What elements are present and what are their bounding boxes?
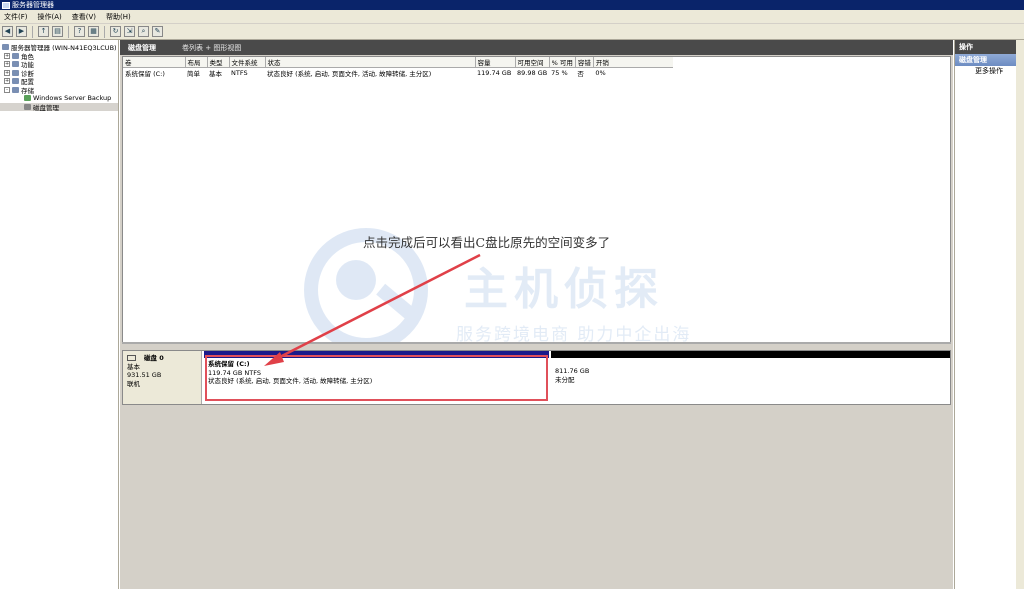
tree-item-storage[interactable]: - 存储 (0, 86, 118, 95)
expand-icon[interactable]: + (4, 52, 10, 59)
window-title: 服务器管理器 (12, 1, 54, 9)
app-icon (2, 1, 10, 9)
table-cell: 119.74 GB (477, 69, 512, 77)
tree-item-disk-management[interactable]: 磁盘管理 (0, 102, 118, 112)
column-header[interactable]: % 可用 (549, 57, 576, 68)
table-cell: 否 (577, 70, 584, 78)
configuration-icon (12, 78, 19, 85)
navigation-tree: 服务器管理器 (WIN-N41EQ3LCUB) + 角色 + 功能 + 诊断 +… (0, 40, 119, 589)
column-header[interactable]: 可用空间 (515, 57, 550, 68)
title-bar: 服务器管理器 (0, 0, 1024, 10)
column-header[interactable]: 类型 (207, 57, 230, 68)
partition-status: 未分配 (555, 375, 575, 384)
annotation-highlight-box (205, 355, 548, 401)
toolbar-separator (68, 25, 69, 38)
toolbar-separator (104, 25, 105, 38)
table-cell: 系统保留 (C:) (125, 70, 165, 78)
actions-pane: 操作 磁盘管理 更多操作 (954, 40, 1024, 589)
tree-item-roles[interactable]: + 角色 (0, 52, 118, 61)
table-cell: NTFS (231, 69, 248, 77)
toolbar-separator (32, 25, 33, 38)
disk-status: 联机 (127, 379, 140, 388)
diagnostics-icon (12, 69, 19, 76)
table-row[interactable]: 系统保留 (C:) 简单 基本 NTFS 状态良好 (系统, 启动, 页面文件,… (123, 68, 673, 78)
show-hide-tree-icon[interactable]: ▤ (52, 26, 63, 37)
table-cell: 75 % (551, 69, 568, 77)
help-icon[interactable]: ? (74, 26, 85, 37)
menu-help[interactable]: 帮助(H) (106, 12, 131, 22)
actions-header: 操作 (955, 40, 1024, 54)
column-header[interactable]: 容量 (475, 57, 516, 68)
find-icon[interactable]: ⌕ (138, 26, 149, 37)
partition-unallocated[interactable]: 811.76 GB 未分配 (551, 351, 950, 404)
menu-file[interactable]: 文件(F) (4, 12, 28, 22)
disk-graphical-view: 磁盘 0 基本 931.51 GB 联机 系统保留 (C:) 119.74 GB… (122, 342, 951, 589)
expand-icon[interactable]: + (4, 61, 10, 68)
disk-name: 磁盘 0 (144, 354, 164, 362)
scrollbar[interactable] (1016, 40, 1024, 589)
properties-icon[interactable]: ▦ (88, 26, 99, 37)
column-header[interactable]: 卷 (123, 57, 186, 68)
back-icon[interactable]: ◀ (2, 26, 13, 37)
table-cell: 状态良好 (系统, 启动, 页面文件, 活动, 故障转储, 主分区) (267, 70, 432, 78)
up-icon[interactable]: ↑ (38, 26, 49, 37)
menu-bar: 文件(F) 操作(A) 查看(V) 帮助(H) (0, 10, 1024, 24)
partition-bar (551, 351, 950, 358)
tree-item-label: 磁盘管理 (33, 103, 59, 112)
tree-item-windows-server-backup[interactable]: Windows Server Backup (0, 94, 118, 103)
storage-icon (12, 86, 19, 93)
disk-row[interactable]: 磁盘 0 基本 931.51 GB 联机 系统保留 (C:) 119.74 GB… (122, 350, 951, 405)
export-icon[interactable]: ⇲ (124, 26, 135, 37)
column-header[interactable]: 布局 (185, 57, 208, 68)
column-header[interactable]: 开销 (593, 57, 674, 68)
annotation-text: 点击完成后可以看出C盘比原先的空间变多了 (363, 235, 611, 250)
panel-subtitle: 卷列表 + 图形视图 (182, 43, 242, 52)
toolbar: ◀ ▶ ↑ ▤ ? ▦ ↻ ⇲ ⌕ ✎ (0, 24, 1024, 40)
volume-table: 卷 布局 类型 文件系统 状态 容量 可用空间 % 可用 容错 开销 系统保留 … (123, 57, 674, 78)
disk-icon (127, 355, 136, 361)
menu-action[interactable]: 操作(A) (38, 12, 62, 22)
expand-icon[interactable]: + (4, 69, 10, 76)
table-cell: 0% (595, 69, 606, 77)
refresh-icon[interactable]: ↻ (110, 26, 121, 37)
table-cell: 简单 (187, 70, 200, 78)
collapse-icon[interactable]: - (4, 86, 10, 93)
features-icon (12, 61, 19, 68)
table-cell: 89.98 GB (517, 69, 548, 77)
column-header[interactable]: 容错 (575, 57, 594, 68)
disk-type: 基本 (127, 362, 140, 371)
tree-item-server-manager[interactable]: 服务器管理器 (WIN-N41EQ3LCUB) (0, 43, 118, 52)
backup-icon (24, 95, 31, 102)
column-header[interactable]: 状态 (265, 57, 476, 68)
table-header-row: 卷 布局 类型 文件系统 状态 容量 可用空间 % 可用 容错 开销 (123, 57, 674, 68)
roles-icon (12, 52, 19, 59)
actions-section-disk-management[interactable]: 磁盘管理 (955, 54, 1024, 66)
more-actions-link[interactable]: 更多操作 (955, 66, 1024, 77)
volume-list[interactable]: 卷 布局 类型 文件系统 状态 容量 可用空间 % 可用 容错 开销 系统保留 … (122, 56, 951, 378)
tree-item-diagnostics[interactable]: + 诊断 (0, 69, 118, 78)
panel-header: 磁盘管理 卷列表 + 图形视图 (120, 40, 953, 55)
server-icon (2, 44, 9, 51)
menu-view[interactable]: 查看(V) (72, 12, 96, 22)
forward-icon[interactable]: ▶ (16, 26, 27, 37)
partition-size: 811.76 GB (555, 367, 590, 375)
disk-size: 931.51 GB (127, 371, 162, 379)
panel-title: 磁盘管理 (128, 43, 156, 52)
tree-item-configuration[interactable]: + 配置 (0, 77, 118, 86)
column-header[interactable]: 文件系统 (229, 57, 266, 68)
tree-item-label: 存储 (21, 86, 34, 95)
center-pane: 磁盘管理 卷列表 + 图形视图 卷 布局 类型 文件系统 状态 容量 可用空间 … (120, 40, 953, 589)
disk-label[interactable]: 磁盘 0 基本 931.51 GB 联机 (123, 351, 202, 404)
disk-management-icon (24, 103, 31, 110)
table-cell: 基本 (209, 70, 222, 78)
expand-icon[interactable]: + (4, 78, 10, 85)
tree-item-features[interactable]: + 功能 (0, 60, 118, 69)
wizard-icon[interactable]: ✎ (152, 26, 163, 37)
